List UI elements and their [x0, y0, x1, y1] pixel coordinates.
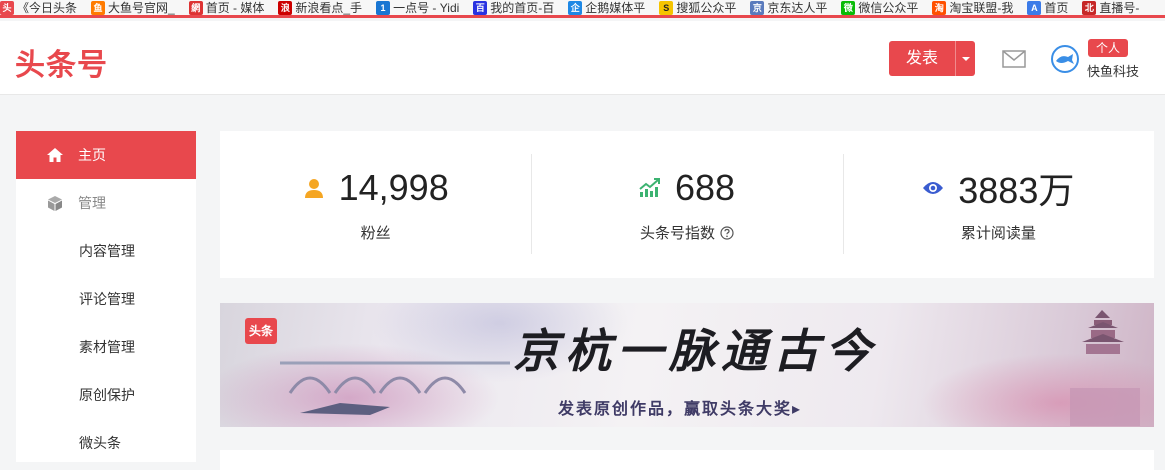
banner-logo: 头条: [245, 318, 277, 344]
mail-icon[interactable]: [1002, 50, 1026, 68]
publish-dropdown-caret-icon[interactable]: [955, 41, 975, 76]
bookmark-item[interactable]: 京京东达人平: [750, 0, 841, 15]
bookmark-label: 企鹅媒体平: [585, 0, 646, 15]
bookmark-item[interactable]: 微微信公众平: [841, 0, 932, 15]
bookmark-item[interactable]: S 搜狐公众平: [659, 0, 750, 15]
sidebar-item-label: 内容管理: [79, 243, 135, 259]
bookmark-item[interactable]: 百我的首页-百: [473, 0, 568, 15]
sidebar-item-original-protection[interactable]: 原创保护: [16, 371, 196, 419]
bookmark-label: 我的首页-百: [490, 0, 555, 15]
bookmark-favicon-icon: 京: [750, 0, 765, 15]
bookmark-label: 首页: [1044, 0, 1069, 15]
stat-index: 688 头条号指数: [531, 131, 842, 278]
stat-value: 688: [674, 167, 736, 208]
bookmark-label: 一点号 - Yidi: [393, 0, 460, 15]
bookmark-label: 微信公众平: [858, 0, 919, 15]
bookmark-label: 《今日头条: [17, 0, 78, 15]
bookmark-favicon-icon: 淘: [932, 0, 947, 15]
bookmark-item[interactable]: 浪新浪看点_手: [278, 0, 376, 15]
eye-icon: [922, 177, 944, 199]
bookmark-item[interactable]: 企企鹅媒体平: [568, 0, 659, 15]
stat-total-reads: 3883万 累计阅读量: [842, 131, 1154, 278]
bookmark-label: 大鱼号官网_: [108, 0, 175, 15]
sidebar-item-micro-headline[interactable]: 微头条: [16, 419, 196, 467]
publish-button[interactable]: 发表: [889, 41, 975, 76]
bookmark-favicon-icon: 头: [0, 0, 14, 15]
stat-followers: 14,998 粉丝: [220, 131, 531, 278]
banner-subtitle[interactable]: 发表原创作品，赢取头条大奖▸: [558, 395, 802, 419]
sidebar-item-label: 评论管理: [79, 291, 135, 307]
home-icon: [46, 146, 64, 164]
sidebar-item-label: 主页: [78, 147, 106, 163]
promo-banner[interactable]: 头条 京杭一脉通古今 发表原创作品，赢取头条大奖▸: [220, 303, 1154, 427]
stat-label: 粉丝: [360, 225, 391, 242]
bookmark-favicon-icon: 鱼: [91, 0, 106, 15]
site-logo[interactable]: 头条号: [15, 40, 108, 84]
bookmarks-bar: 头《今日头条 鱼大鱼号官网_ 網首页 - 媒体 浪新浪看点_手 1 一点号 - Y…: [0, 0, 1165, 18]
bookmark-label: 首页 - 媒体: [205, 0, 265, 15]
sidebar-item-label: 素材管理: [79, 339, 135, 355]
user-icon: [303, 177, 325, 199]
account-name[interactable]: 快鱼科技: [1087, 61, 1139, 80]
top-header: 头条号 发表 个人 快鱼科技: [0, 21, 1165, 95]
sidebar-item-label: 管理: [78, 195, 106, 211]
bookmark-item[interactable]: A 首页: [1027, 0, 1082, 15]
content-card: [220, 450, 1154, 470]
bookmark-item[interactable]: 網首页 - 媒体: [188, 0, 279, 15]
help-icon[interactable]: [720, 225, 734, 240]
bookmark-favicon-icon: 企: [568, 0, 583, 15]
bookmark-item[interactable]: 头《今日头条: [0, 0, 91, 15]
bookmark-label: 新浪看点_手: [295, 0, 363, 15]
trend-chart-icon: [639, 177, 661, 199]
account-type-badge: 个人: [1088, 39, 1129, 57]
sidebar-item-label: 原创保护: [79, 387, 135, 403]
sidebar-item-label: 微头条: [79, 435, 121, 451]
stat-value: 3883万: [958, 170, 1075, 211]
banner-title: 京杭一脉通古今: [513, 324, 877, 378]
bridge-illustration-icon: [280, 361, 510, 415]
stats-card: 14,998 粉丝 688 头条号指数 3883万 累计阅读量: [220, 131, 1154, 278]
bookmark-favicon-icon: A: [1027, 0, 1042, 15]
sidebar-item-content-manage[interactable]: 内容管理: [16, 227, 196, 275]
sidebar-group-manage[interactable]: 管理: [16, 179, 196, 227]
bookmark-label: 京东达人平: [767, 0, 828, 15]
bookmark-favicon-icon: 1: [376, 0, 391, 15]
bookmark-item[interactable]: 北直播号-: [1082, 0, 1153, 15]
sidebar-item-material-manage[interactable]: 素材管理: [16, 323, 196, 371]
bookmark-label: 搜狐公众平: [676, 0, 737, 15]
bookmark-item[interactable]: 淘淘宝联盟-我: [932, 0, 1027, 15]
sidebar-item-comment-manage[interactable]: 评论管理: [16, 275, 196, 323]
bookmark-favicon-icon: 網: [188, 0, 203, 15]
sidebar-item-home[interactable]: 主页: [16, 131, 196, 179]
publish-button-label[interactable]: 发表: [889, 41, 955, 76]
bookmark-item[interactable]: 鱼大鱼号官网_: [91, 0, 189, 15]
stat-label: 累计阅读量: [960, 225, 1036, 242]
stat-label: 头条号指数: [639, 225, 715, 242]
bookmark-item[interactable]: 1 一点号 - Yidi: [376, 0, 473, 15]
sidebar-nav: 主页 管理 内容管理 评论管理 素材管理 原创保护 微头条: [16, 131, 196, 462]
bookmark-label: 直播号-: [1099, 0, 1140, 15]
avatar[interactable]: [1051, 45, 1079, 73]
bookmark-favicon-icon: 北: [1082, 0, 1097, 15]
bookmark-label: 淘宝联盟-我: [949, 0, 1014, 15]
cube-icon: [46, 194, 64, 212]
temple-illustration-icon: [1070, 310, 1140, 426]
bookmark-favicon-icon: 微: [841, 0, 856, 15]
bookmark-favicon-icon: S: [659, 0, 674, 15]
stat-value: 14,998: [338, 167, 449, 208]
bookmark-favicon-icon: 浪: [278, 0, 293, 15]
bookmark-favicon-icon: 百: [473, 0, 488, 15]
